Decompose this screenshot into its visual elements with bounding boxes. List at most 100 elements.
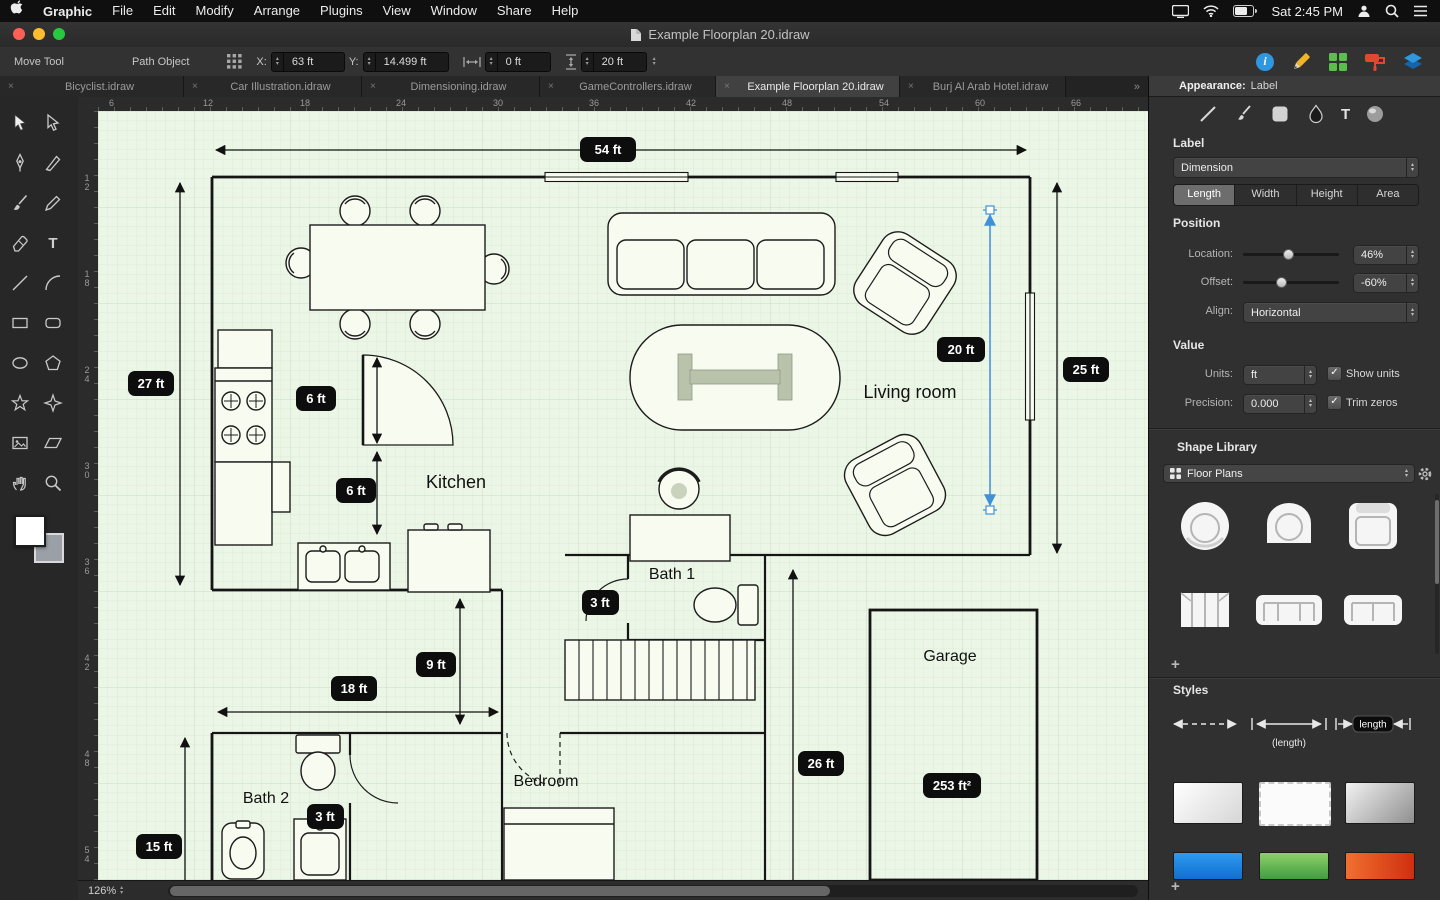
shape-library-dropdown[interactable]: Floor Plans ▴▾	[1163, 464, 1415, 483]
library-scrollbar-thumb[interactable]	[1435, 500, 1439, 584]
height-field[interactable]: ▴▾ 20 ft	[581, 52, 647, 72]
horizontal-scrollbar[interactable]	[168, 885, 1138, 897]
floorplan-canvas[interactable]: 54 ft 27 ft 25 ft 20 ft 6 ft 6 ft 9 ft 1…	[98, 111, 1148, 880]
zoom-window-button[interactable]	[53, 28, 65, 40]
ellipse-tool-icon[interactable]	[6, 351, 34, 375]
line-tool-icon[interactable]	[6, 271, 34, 295]
display-mirroring-icon[interactable]	[1172, 5, 1189, 18]
tab-bicyclist[interactable]: ×Bicyclist.idraw	[0, 76, 184, 97]
apple-menu[interactable]	[0, 0, 33, 22]
user-icon[interactable]	[1357, 4, 1371, 18]
zoom-level[interactable]: 126%	[78, 885, 116, 897]
stroke-style-icon[interactable]	[1197, 103, 1219, 125]
close-tab-icon[interactable]: ×	[908, 81, 918, 92]
menu-arrange[interactable]: Arrange	[244, 0, 310, 22]
library-gear-icon[interactable]	[1417, 466, 1433, 482]
x-position-field[interactable]: ▴▾ 63 ft	[271, 52, 345, 72]
offset-slider-thumb[interactable]	[1276, 277, 1287, 288]
tab-car-illustration[interactable]: ×Car Illustration.idraw	[184, 76, 362, 97]
style-swatch-deckle[interactable]	[1259, 782, 1331, 826]
wifi-icon[interactable]	[1203, 5, 1219, 17]
notification-center-icon[interactable]	[1413, 5, 1428, 17]
move-tool-label[interactable]: Move Tool	[0, 56, 78, 68]
menu-modify[interactable]: Modify	[185, 0, 243, 22]
tab-burj-al-arab[interactable]: ×Burj Al Arab Hotel.idraw	[900, 76, 1066, 97]
library-shape-dresser[interactable]	[1165, 574, 1245, 646]
style-dashed-dimension[interactable]	[1165, 714, 1245, 734]
offset-slider[interactable]	[1243, 281, 1339, 284]
grid-settings-button[interactable]	[1328, 52, 1348, 72]
zoom-tool-icon[interactable]	[39, 471, 67, 495]
align-dropdown[interactable]: Horizontal ▴▾	[1243, 302, 1419, 323]
alignment-grid-icon[interactable]	[227, 54, 242, 69]
label-type-dropdown[interactable]: Dimension ▴▾	[1173, 157, 1419, 178]
menu-edit[interactable]: Edit	[143, 0, 185, 22]
tab-example-floorplan[interactable]: ×Example Floorplan 20.idraw	[716, 76, 900, 97]
minimize-window-button[interactable]	[33, 28, 45, 40]
layers-button[interactable]	[1402, 52, 1424, 72]
close-window-button[interactable]	[13, 28, 25, 40]
fill-style-icon[interactable]	[1269, 103, 1291, 125]
star-tool-icon[interactable]	[6, 391, 34, 415]
height-value[interactable]: 20 ft	[594, 56, 631, 68]
arc-tool-icon[interactable]	[39, 271, 67, 295]
segment-height[interactable]: Height	[1297, 185, 1357, 205]
brush-tool-icon[interactable]	[6, 191, 34, 215]
menu-file[interactable]: File	[102, 0, 143, 22]
style-plain-dimension[interactable]	[1249, 714, 1329, 734]
y-position-field[interactable]: ▴▾ 14.499 ft	[363, 52, 449, 72]
library-scrollbar[interactable]	[1435, 494, 1439, 654]
menu-window[interactable]: Window	[421, 0, 487, 22]
spiro-tool-icon[interactable]	[39, 391, 67, 415]
polygon-tool-icon[interactable]	[39, 351, 67, 375]
style-swatch-orange[interactable]	[1345, 852, 1415, 880]
fill-stroke-color-well[interactable]	[14, 515, 64, 563]
add-style-button[interactable]: +	[1171, 878, 1180, 895]
menu-help[interactable]: Help	[542, 0, 589, 22]
zoom-stepper[interactable]: ▴▾	[120, 886, 123, 896]
library-shape-tub-chair[interactable]	[1249, 490, 1329, 562]
tab-gamecontrollers[interactable]: ×GameControllers.idraw	[540, 76, 716, 97]
style-swatch-blue[interactable]	[1173, 852, 1243, 880]
size-stepper[interactable]: ▴▾	[653, 57, 656, 67]
rectangle-tool-icon[interactable]	[6, 311, 34, 335]
x-position-value[interactable]: 63 ft	[284, 56, 321, 68]
tab-dimensioning[interactable]: ×Dimensioning.idraw	[362, 76, 540, 97]
library-shape-loveseat[interactable]	[1333, 574, 1413, 646]
hand-tool-icon[interactable]	[6, 471, 34, 495]
location-stepper-field[interactable]: 46% ▴▾	[1353, 245, 1419, 265]
precision-stepper-field[interactable]: 0.000 ▴▾	[1243, 394, 1317, 414]
segment-width[interactable]: Width	[1235, 185, 1295, 205]
close-tab-icon[interactable]: ×	[8, 81, 18, 92]
style-swatch-white[interactable]	[1173, 782, 1243, 824]
y-stepper[interactable]: ▴▾	[364, 53, 376, 71]
close-tab-icon[interactable]: ×	[370, 81, 380, 92]
styles-roller-button[interactable]	[1364, 52, 1386, 72]
close-tab-icon[interactable]: ×	[192, 81, 202, 92]
close-tab-icon[interactable]: ×	[724, 81, 734, 92]
pencil-tool-icon[interactable]	[39, 191, 67, 215]
pen-tool-icon[interactable]	[6, 151, 34, 175]
library-shape-round-chair[interactable]	[1165, 490, 1245, 562]
show-units-checkbox[interactable]: ✓	[1327, 366, 1342, 381]
x-stepper[interactable]: ▴▾	[272, 53, 284, 71]
trim-zeros-checkbox[interactable]: ✓	[1327, 395, 1342, 410]
tab-overflow-button[interactable]: »	[1126, 76, 1148, 97]
add-shape-button[interactable]: +	[1171, 656, 1180, 673]
menu-share[interactable]: Share	[487, 0, 542, 22]
menu-clock[interactable]: Sat 2:45 PM	[1271, 4, 1343, 19]
scrollbar-thumb[interactable]	[170, 886, 830, 896]
close-tab-icon[interactable]: ×	[548, 81, 558, 92]
shear-tool-icon[interactable]	[39, 431, 67, 455]
fill-color-swatch[interactable]	[14, 515, 46, 547]
location-slider-thumb[interactable]	[1283, 249, 1294, 260]
text-tool-icon[interactable]: T	[39, 231, 67, 255]
rounded-rectangle-tool-icon[interactable]	[39, 311, 67, 335]
width-value[interactable]: 0 ft	[498, 56, 529, 68]
eraser-tool-icon[interactable]	[6, 231, 34, 255]
style-swatch-silver[interactable]	[1345, 782, 1415, 824]
width-field[interactable]: ▴▾ 0 ft	[485, 52, 551, 72]
library-shape-sofa[interactable]	[1249, 574, 1329, 646]
menu-app-name[interactable]: Graphic	[33, 4, 102, 19]
annotate-pencil-button[interactable]	[1290, 51, 1312, 73]
